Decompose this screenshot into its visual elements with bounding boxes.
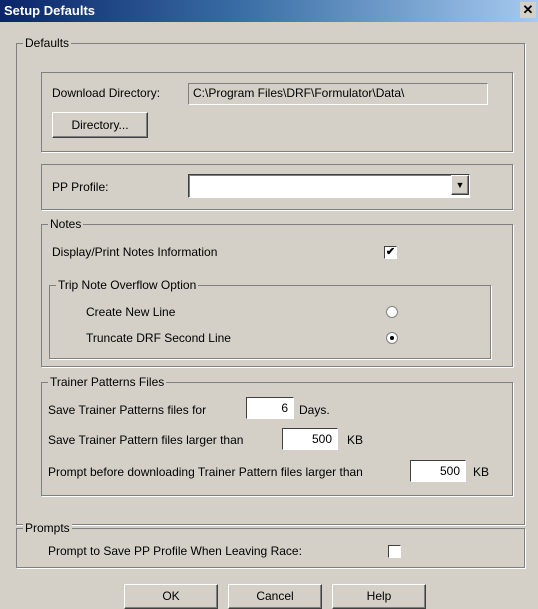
radio-selected-dot — [390, 336, 394, 340]
close-icon[interactable]: ✕ — [520, 2, 536, 18]
title-bar: Setup Defaults ✕ — [0, 0, 538, 22]
directory-button[interactable]: Directory... — [52, 112, 148, 138]
pp-profile-label: PP Profile: — [52, 180, 109, 194]
notes-group-label: Notes — [48, 217, 84, 231]
help-button[interactable]: Help — [332, 584, 426, 609]
trainer-patterns-group-label: Trainer Patterns Files — [48, 375, 167, 389]
chevron-down-icon[interactable]: ▼ — [451, 175, 469, 195]
display-notes-checkbox[interactable]: ✔ — [384, 246, 397, 259]
save-pp-profile-checkbox[interactable] — [388, 545, 401, 558]
download-directory-field: C:\Program Files\DRF\Formulator\Data\ — [188, 83, 488, 105]
save-trainer-size-unit: KB — [347, 433, 364, 447]
prompt-download-size-input[interactable]: 500 — [410, 460, 466, 482]
truncate-drf-label: Truncate DRF Second Line — [86, 331, 231, 345]
window-title: Setup Defaults — [4, 3, 96, 18]
trip-note-overflow-label: Trip Note Overflow Option — [56, 278, 199, 292]
trip-note-overflow-group: Trip Note Overflow Option — [49, 278, 491, 359]
create-new-line-label: Create New Line — [86, 305, 176, 319]
cancel-button[interactable]: Cancel — [228, 584, 322, 609]
save-trainer-size-label: Save Trainer Pattern files larger than — [48, 433, 244, 447]
download-directory-label: Download Directory: — [52, 86, 161, 100]
truncate-drf-radio[interactable] — [386, 332, 398, 344]
prompts-group-label: Prompts — [23, 521, 72, 535]
checkmark-icon: ✔ — [385, 246, 396, 258]
create-new-line-radio[interactable] — [386, 306, 398, 318]
save-trainer-days-label: Save Trainer Patterns files for — [48, 403, 207, 417]
prompt-download-label: Prompt before downloading Trainer Patter… — [48, 465, 363, 479]
save-trainer-size-input[interactable]: 500 — [282, 428, 338, 450]
save-pp-profile-label: Prompt to Save PP Profile When Leaving R… — [48, 544, 302, 558]
prompt-download-size-unit: KB — [473, 465, 490, 479]
save-trainer-days-input[interactable]: 6 — [246, 397, 294, 419]
save-trainer-days-unit: Days. — [299, 403, 330, 417]
defaults-group-label: Defaults — [23, 36, 72, 50]
pp-profile-select[interactable]: ▼ — [188, 174, 470, 198]
ok-button[interactable]: OK — [124, 584, 218, 609]
display-notes-label: Display/Print Notes Information — [52, 245, 218, 259]
